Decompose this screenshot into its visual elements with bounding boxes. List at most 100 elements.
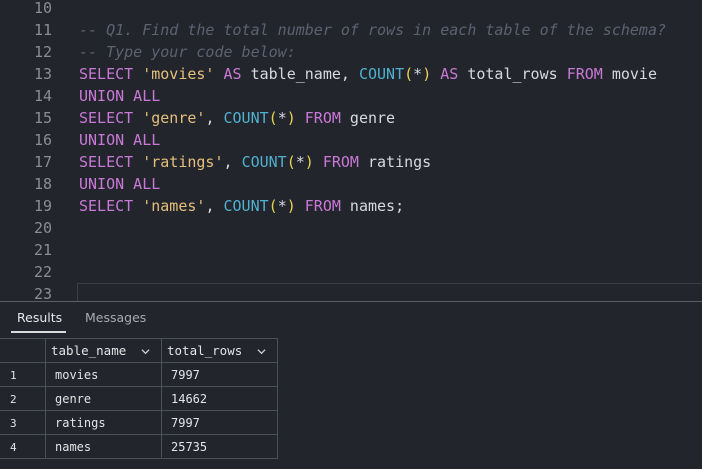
table-row[interactable]: 2 genre 14662 [0,387,278,411]
line-number: 23 [33,285,52,301]
code-token: -- Q1. Find the total number of rows in … [79,21,666,39]
line-number: 21 [33,241,52,259]
code-token: 'movies' [142,65,215,83]
code-token: FROM [566,65,603,83]
line-number: 17 [33,153,52,171]
code-token: * [277,197,287,215]
table-row[interactable]: 3 ratings 7997 [0,411,278,435]
code-token: UNION ALL [79,131,161,149]
cell-total-rows[interactable]: 7997 [161,363,278,386]
table-row[interactable]: 4 names 25735 [0,435,278,459]
line-number: 22 [33,263,52,281]
code-text: -- Type your code below: [79,41,296,63]
code-line[interactable]: 19 SELECT 'names', COUNT(*) FROM names; [0,195,702,217]
code-line[interactable]: 18 UNION ALL [0,173,702,195]
row-number: 3 [10,417,17,430]
code-token: , [223,153,242,171]
code-token: ( [268,109,278,127]
cell-table-name[interactable]: ratings [45,411,161,434]
code-token: ) [286,109,296,127]
code-token: total_rows [458,65,567,83]
line-number: 16 [33,131,52,149]
code-token: SELECT [79,153,134,171]
code-token: 'names' [142,197,206,215]
code-token: ( [268,197,278,215]
tab-messages[interactable]: Messages [85,310,146,325]
cell-table-name[interactable]: genre [45,387,161,410]
code-text: SELECT 'genre', COUNT(*) FROM genre [79,107,395,129]
code-token: AS [440,65,459,83]
code-token: FROM [304,109,341,127]
line-number: 14 [33,87,52,105]
table-row[interactable]: 1 movies 7997 [0,363,278,387]
line-number: 13 [33,65,52,83]
code-token: ) [304,153,314,171]
code-token: movie [602,65,657,83]
line-number: 18 [33,175,52,193]
code-token: SELECT [79,197,134,215]
code-line[interactable]: 21 [0,239,702,261]
code-token: SELECT [79,65,134,83]
column-header-total-rows[interactable]: total_rows [161,339,278,362]
code-token: ) [422,65,432,83]
chevron-down-icon[interactable] [141,347,150,356]
code-line[interactable]: 13 SELECT 'movies' AS table_name, COUNT(*… [0,63,702,85]
code-token: genre [340,109,396,127]
code-token: table_name, [241,65,359,83]
code-token: COUNT [223,197,269,215]
cell-table-name[interactable]: names [45,435,161,458]
code-line[interactable]: 17 SELECT 'ratings', COUNT(*) FROM rating… [0,151,702,173]
column-header-table-name[interactable]: table_name [45,339,161,362]
code-line[interactable]: 14 UNION ALL [0,85,702,107]
code-text: SELECT 'movies' AS table_name, COUNT(*) … [79,63,657,85]
code-line[interactable]: 16 UNION ALL [0,129,702,151]
cell-total-rows[interactable]: 7997 [161,411,278,434]
code-line[interactable]: 22 [0,261,702,283]
current-line-highlight [77,283,702,303]
cell-total-rows[interactable]: 25735 [161,435,278,458]
column-header-label: table_name [51,343,127,358]
code-line[interactable]: 10 [0,0,702,19]
code-token: 'genre' [142,109,206,127]
code-text: SELECT 'ratings', COUNT(*) FROM ratings [79,151,431,173]
code-line[interactable]: 11 -- Q1. Find the total number of rows i… [0,19,702,41]
line-number: 20 [33,219,52,237]
cell-table-name[interactable]: movies [45,363,161,386]
code-token: FROM [304,197,341,215]
code-line[interactable]: 15 SELECT 'genre', COUNT(*) FROM genre [0,107,702,129]
code-text: UNION ALL [79,173,160,195]
chevron-down-icon[interactable] [257,347,266,356]
code-token: -- Type your code below: [79,43,296,61]
code-token: AS [223,65,242,83]
code-token: 'ratings' [142,153,224,171]
code-text: -- Q1. Find the total number of rows in … [79,19,666,41]
code-token: COUNT [223,109,269,127]
code-token: FROM [322,153,359,171]
column-header-label: total_rows [167,343,243,358]
results-panel: Results Messages table_name total_rows 1… [0,302,702,469]
code-token: , [205,109,224,127]
active-tab-indicator [11,331,66,333]
code-text: UNION ALL [79,85,160,107]
tab-results[interactable]: Results [17,310,62,325]
code-token: * [277,109,287,127]
line-number: 12 [33,43,52,61]
sql-editor[interactable]: 10 11 -- Q1. Find the total number of rows… [0,0,702,301]
code-line[interactable]: 12 -- Type your code below: [0,41,702,63]
row-number: 2 [10,393,17,406]
code-line[interactable]: 20 [0,217,702,239]
line-number: 15 [33,109,52,127]
cell-total-rows[interactable]: 14662 [161,387,278,410]
code-token: ) [286,197,296,215]
line-number: 10 [33,0,52,17]
row-number: 1 [10,369,17,382]
code-token: COUNT [358,65,405,83]
code-token: COUNT [241,153,287,171]
code-token: ( [286,153,296,171]
